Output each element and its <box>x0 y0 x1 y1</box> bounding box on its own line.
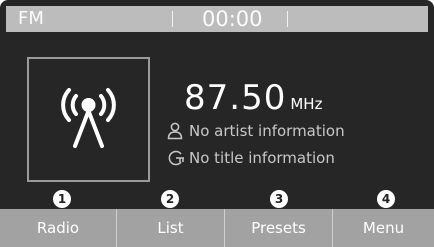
frequency-value: 87.50 <box>184 78 287 118</box>
status-divider <box>172 11 173 27</box>
person-icon <box>167 122 183 140</box>
status-bar: FM 00:00 <box>6 6 428 32</box>
frequency-unit: MHz <box>290 95 323 113</box>
clock: 00:00 <box>202 7 263 31</box>
frequency-display: 87.50 MHz <box>184 80 322 116</box>
radio-tower-icon <box>61 88 116 148</box>
list-button[interactable]: List <box>116 209 224 247</box>
callout-marker-2: 2 <box>161 190 179 208</box>
title-info: No title information <box>189 149 335 167</box>
source-mode: FM <box>18 8 44 29</box>
callout-marker-1: 1 <box>53 190 71 208</box>
artist-info: No artist information <box>189 122 345 140</box>
callout-marker-4: 4 <box>377 190 395 208</box>
radio-button[interactable]: Radio <box>0 209 116 247</box>
callout-marker-3: 3 <box>270 190 288 208</box>
presets-button[interactable]: Presets <box>224 209 332 247</box>
status-divider <box>287 11 288 27</box>
station-art <box>27 57 150 182</box>
radio-screen: FM 00:00 87.50MHz No artist information <box>0 0 434 247</box>
song-title-icon <box>168 150 184 166</box>
menu-button[interactable]: Menu <box>332 209 434 247</box>
